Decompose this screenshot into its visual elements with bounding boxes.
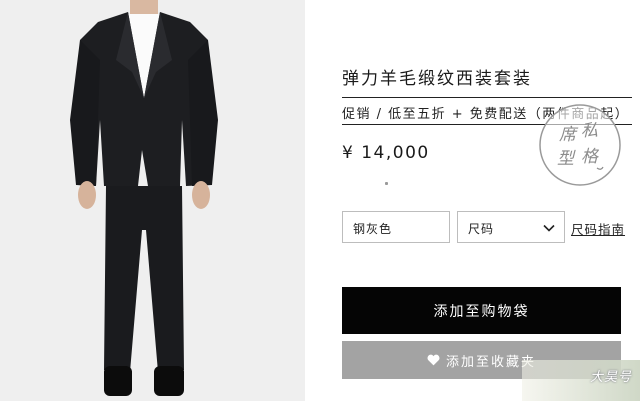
add-to-bag-button[interactable]: 添加至购物袋 <box>342 287 621 334</box>
color-selector[interactable]: 钢灰色 <box>342 211 450 243</box>
watermark-text: 大昊号 <box>589 370 632 385</box>
heart-icon <box>427 354 440 366</box>
suit-model-illustration <box>0 0 305 401</box>
size-dropdown[interactable]: 尺码 <box>457 211 565 243</box>
color-selector-value: 钢灰色 <box>353 222 393 236</box>
source-watermark: 大昊号 <box>522 360 640 401</box>
product-title: 弹力羊毛缎纹西装套装 <box>342 69 532 89</box>
svg-text:型: 型 <box>557 149 576 169</box>
seal-stamp-logo: 席 私 型 格 <box>539 104 621 186</box>
product-price: ¥ 14,000 <box>342 143 430 163</box>
product-image <box>0 0 305 401</box>
size-dropdown-value: 尺码 <box>468 222 495 236</box>
decorative-dot <box>385 182 388 185</box>
svg-text:格: 格 <box>581 147 600 167</box>
svg-text:私: 私 <box>581 121 598 141</box>
size-guide-link[interactable]: 尺码指南 <box>571 219 625 238</box>
product-info-panel: 弹力羊毛缎纹西装套装 促销 / 低至五折 + 免费配送（两件商品起） ¥ 14,… <box>305 0 640 401</box>
add-to-bag-label: 添加至购物袋 <box>433 303 530 320</box>
chevron-down-icon <box>543 224 555 232</box>
